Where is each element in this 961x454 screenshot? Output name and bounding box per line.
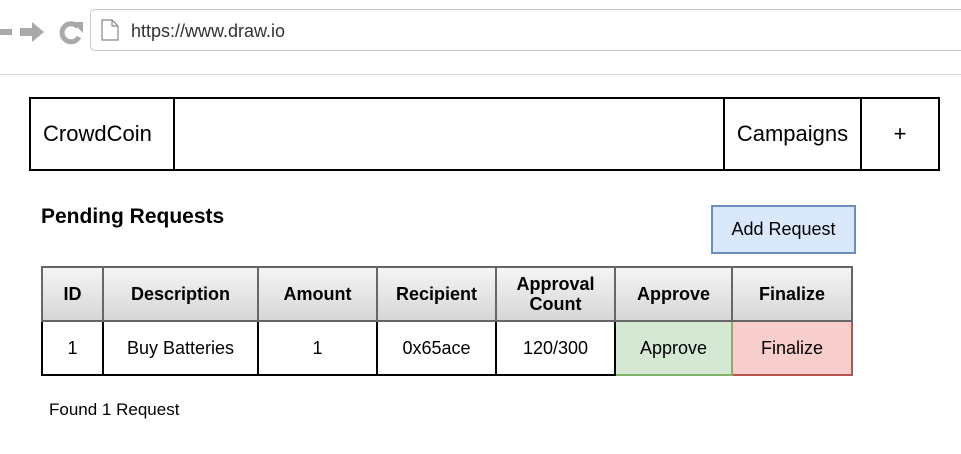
header-spacer <box>175 99 725 169</box>
brand-logo[interactable]: CrowdCoin <box>31 99 175 169</box>
forward-arrow-icon[interactable] <box>20 20 48 44</box>
table-header-row: ID Description Amount Recipient Approval… <box>41 266 853 322</box>
cell-description: Buy Batteries <box>102 320 259 376</box>
cell-id: 1 <box>41 320 104 376</box>
request-count-text: Found 1 Request <box>49 400 180 419</box>
cell-amount: 1 <box>257 320 378 376</box>
page-icon <box>101 19 119 41</box>
column-header-approve: Approve <box>614 266 733 322</box>
column-header-id: ID <box>41 266 104 322</box>
url-text: https://www.draw.io <box>131 21 286 41</box>
finalize-button[interactable]: Finalize <box>731 320 853 376</box>
column-header-approval-count: Approval Count <box>495 266 616 322</box>
back-arrow-icon[interactable] <box>0 20 14 44</box>
column-header-recipient: Recipient <box>376 266 497 322</box>
campaigns-link[interactable]: Campaigns <box>725 99 862 169</box>
address-bar[interactable]: https://www.draw.io <box>90 9 961 51</box>
toolbar-divider <box>0 74 961 75</box>
column-header-amount: Amount <box>257 266 378 322</box>
cell-recipient: 0x65ace <box>376 320 497 376</box>
cell-approval-count: 120/300 <box>495 320 616 376</box>
page-title: Pending Requests <box>41 205 225 228</box>
approval-count-line1: Approval <box>516 274 595 294</box>
requests-table: ID Description Amount Recipient Approval… <box>41 266 853 376</box>
app-header: CrowdCoin Campaigns + <box>29 97 940 171</box>
approval-count-line2: Count <box>529 294 582 314</box>
approve-button[interactable]: Approve <box>614 320 733 376</box>
add-campaign-button[interactable]: + <box>862 99 938 169</box>
column-header-finalize: Finalize <box>731 266 853 322</box>
reload-icon[interactable] <box>58 20 84 46</box>
table-row: 1 Buy Batteries 1 0x65ace 120/300 Approv… <box>41 320 853 376</box>
column-header-description: Description <box>102 266 259 322</box>
browser-toolbar: https://www.draw.io <box>0 0 961 64</box>
add-request-button[interactable]: Add Request <box>711 205 856 254</box>
